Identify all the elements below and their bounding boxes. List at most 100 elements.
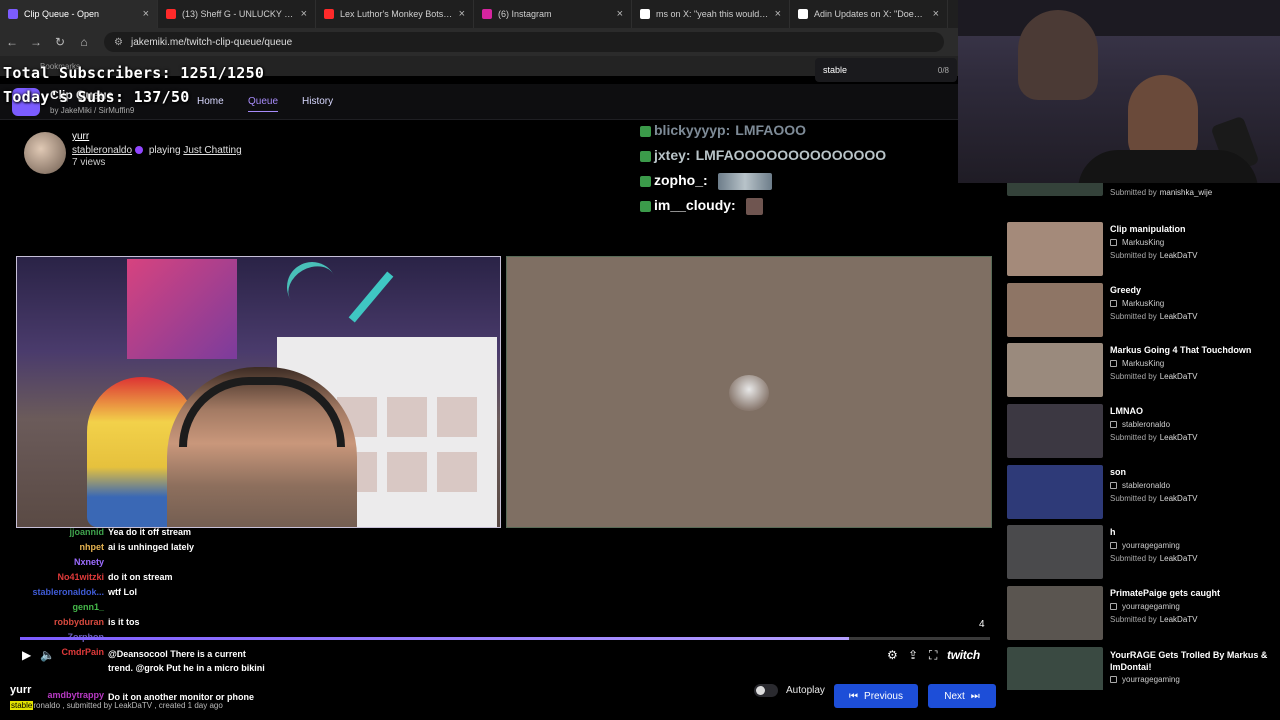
stream-chat-message: LMFAOOO [735, 122, 807, 138]
next-button[interactable]: Next ⏭ [928, 684, 996, 708]
queue-thumbnail[interactable] [1007, 283, 1103, 337]
forward-icon[interactable]: → [24, 35, 48, 49]
category-link[interactable]: Just Chatting [183, 145, 241, 156]
close-tab-icon[interactable]: × [459, 8, 465, 20]
queue-item[interactable]: YourRAGE Gets Trolled By Markus & ImDont… [1000, 647, 1270, 690]
close-tab-icon[interactable]: × [143, 8, 149, 20]
queue-item[interactable]: LMNAO stableronaldo Submitted by LeakDaTV [1000, 404, 1270, 460]
clip-title[interactable]: yurr [72, 131, 89, 142]
queue-channel: yourragegaming [1110, 602, 1180, 611]
close-tab-icon[interactable]: × [617, 8, 623, 20]
chat-username[interactable]: jjoannid [0, 527, 105, 537]
chat-username[interactable]: genn1_ [0, 602, 104, 612]
queue-thumbnail[interactable] [1007, 222, 1103, 276]
nav-queue[interactable]: Queue [248, 96, 279, 112]
queue-submitter: Submitted by LeakDaTV [1110, 494, 1198, 503]
broadcaster-avatar[interactable] [24, 132, 66, 174]
queue-thumbnail[interactable] [1007, 343, 1103, 397]
browser-tab[interactable]: Clip Queue - Open × [0, 0, 158, 28]
share-icon[interactable]: ⇪ [908, 648, 918, 662]
queue-title: LMNAO [1110, 406, 1143, 416]
channel-name: MarkusKing [1122, 299, 1165, 308]
browser-tab[interactable]: (13) Sheff G - UNLUCKY LUCKY × [158, 0, 316, 28]
verified-icon [135, 146, 144, 155]
close-tab-icon[interactable]: × [301, 8, 307, 20]
play-icon[interactable]: ▶ [22, 648, 31, 662]
queue-item[interactable]: PrimatePaige gets caught yourragegaming Su… [1000, 586, 1270, 642]
submitter-name: LeakDaTV [1159, 312, 1198, 321]
submitted-by-label: Submitted by [1110, 554, 1157, 563]
channel-name: yourragegaming [1122, 541, 1180, 550]
chat-username[interactable]: nhpet [0, 542, 105, 552]
chat-username[interactable]: stableronaldok... [0, 587, 104, 597]
queue-thumbnail[interactable] [1007, 647, 1103, 690]
author-sirmuffin-link[interactable]: SirMuffin9 [98, 106, 134, 115]
stream-chat-overlay: blickyyyyp: LMFAOOO jxtey: LMFAOOOOOOOOOOOO… [640, 118, 970, 218]
stream-chat-user: im__cloudy: [654, 197, 736, 213]
channel-link[interactable]: stableronaldo [72, 145, 132, 156]
home-icon[interactable]: ⌂ [72, 35, 96, 49]
chat-username[interactable]: Nxnety [0, 557, 104, 567]
nav-history[interactable]: History [302, 96, 333, 107]
volume-icon[interactable]: 🔈 [40, 648, 55, 662]
clip-meta: stableronaldo playing Just Chatting [72, 145, 242, 156]
pickaxe-decor [277, 257, 347, 322]
queue-thumbnail[interactable] [1007, 465, 1103, 519]
author-jakemiki-link[interactable]: JakeMiki [61, 106, 92, 115]
next-clip-preview[interactable] [506, 256, 992, 528]
clip-title-bottom: yurr [10, 684, 32, 696]
find-in-page-input[interactable]: stable 0/8 [815, 58, 957, 82]
queue-title: PrimatePaige gets caught [1110, 588, 1221, 598]
stream-chat-line: im__cloudy: [640, 193, 970, 218]
queue-item[interactable]: Clip manipulation MarkusKing Submitted by L… [1000, 222, 1270, 278]
clip-video[interactable] [16, 256, 501, 528]
chat-username[interactable]: No41witzki [0, 572, 104, 582]
progress-fill [20, 637, 850, 640]
close-tab-icon[interactable]: × [775, 8, 781, 20]
browser-tab[interactable]: (6) Instagram × [474, 0, 632, 28]
channel-icon [1110, 482, 1117, 490]
reload-icon[interactable]: ↻ [48, 35, 72, 49]
submitted-by-label: Submitted by [1110, 251, 1157, 260]
stream-chat-user: blickyyyyp: [654, 122, 731, 138]
close-tab-icon[interactable]: × [933, 8, 939, 20]
chat-row: Nxnety [0, 557, 290, 572]
tab-favicon-icon [324, 9, 334, 19]
twitch-logo[interactable]: twitch [947, 648, 980, 662]
previous-button[interactable]: ⏮ Previous [834, 684, 918, 708]
queue-thumbnail[interactable] [1007, 404, 1103, 458]
browser-tab[interactable]: ms on X: "yeah this would be m × [632, 0, 790, 28]
submitter-name: LeakDaTV [1159, 372, 1198, 381]
site-info-icon[interactable]: ⚙ [114, 37, 123, 48]
next-label: Next [944, 690, 965, 702]
nav-home[interactable]: Home [197, 96, 224, 107]
chat-username[interactable]: robbyduran [0, 617, 104, 627]
queue-thumbnail[interactable] [1007, 525, 1103, 579]
poster-image [127, 259, 237, 359]
tab-favicon-icon [166, 9, 176, 19]
back-icon[interactable]: ← [0, 35, 24, 49]
autoplay-toggle[interactable] [754, 684, 778, 697]
queue-item[interactable]: son stableronaldo Submitted by LeakDaTV [1000, 465, 1270, 521]
channel-icon [1110, 676, 1117, 684]
channel-icon [1110, 239, 1117, 247]
queue-item[interactable]: Greedy MarkusKing Submitted by LeakDaTV [1000, 283, 1270, 339]
queue-item[interactable]: h yourragegaming Submitted by LeakDaTV [1000, 525, 1270, 581]
queue-thumbnail[interactable] [1007, 586, 1103, 640]
progress-bar[interactable] [20, 637, 990, 640]
queue-channel: MarkusKing [1110, 238, 1164, 247]
queue-submitter: Submitted by manishka_wije [1110, 188, 1212, 197]
browser-tab[interactable]: Adin Updates on X: "Doechii se × [790, 0, 948, 28]
submitter-name: LeakDaTV [1159, 494, 1198, 503]
queue-title: YourRAGE Gets Trolled By Markus & ImDont… [1110, 650, 1268, 672]
settings-icon[interactable]: ⚙ [887, 648, 898, 662]
channel-name: stableronaldo [1122, 481, 1171, 490]
channel-icon [1110, 360, 1117, 368]
queue-item[interactable]: Markus Going 4 That Touchdown MarkusKing S… [1000, 343, 1270, 399]
queue-channel: MarkusKing [1110, 359, 1164, 368]
channel-name: stableronaldo [1122, 420, 1171, 429]
fullscreen-icon[interactable]: ⛶ [929, 648, 937, 663]
url-field[interactable]: ⚙ jakemiki.me/twitch-clip-queue/queue [104, 32, 944, 52]
submitted-by-label: Submitted by [1110, 372, 1157, 381]
browser-tab[interactable]: Lex Luthor's Monkey Bots | SUP × [316, 0, 474, 28]
